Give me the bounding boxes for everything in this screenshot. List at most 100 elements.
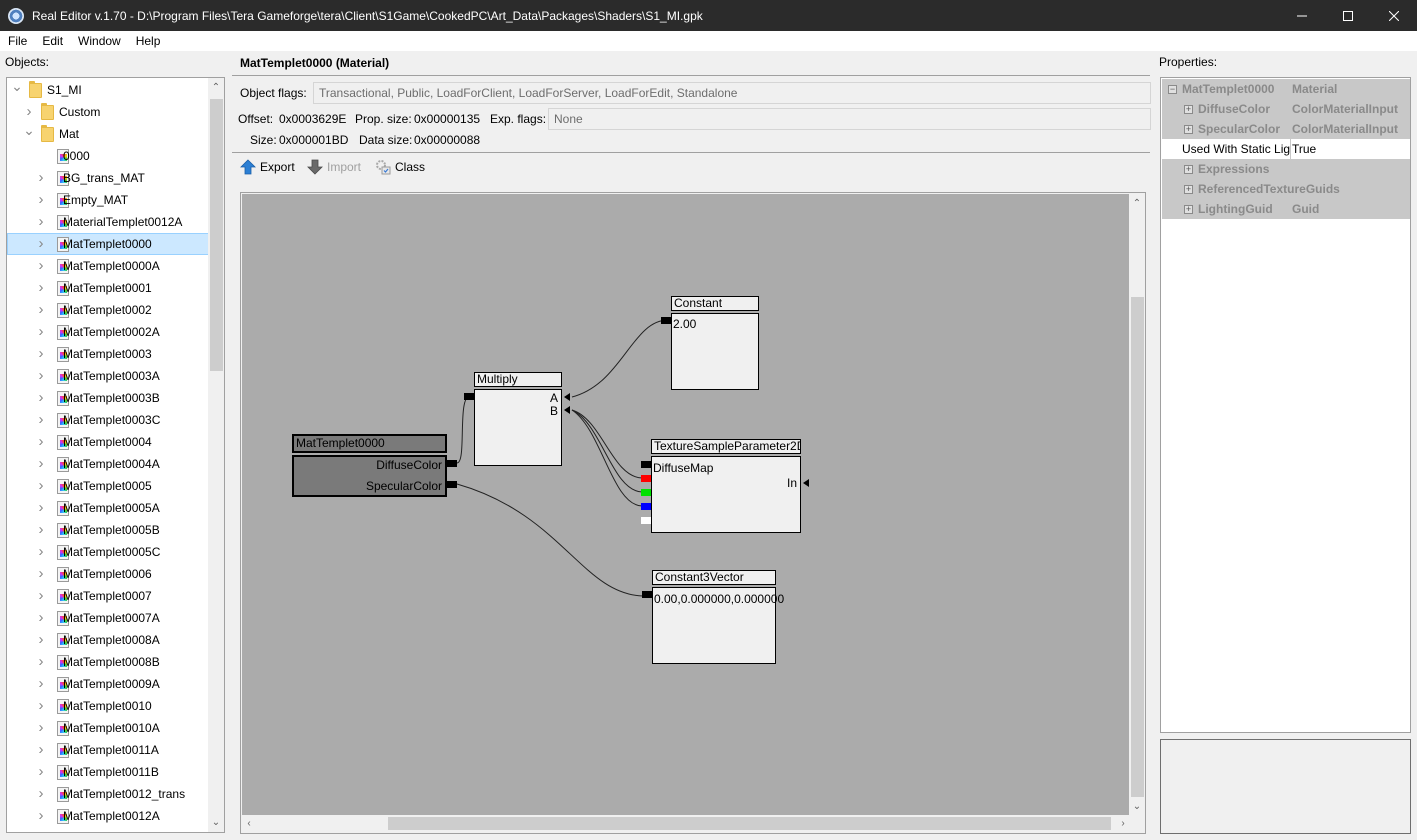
minimize-button[interactable] — [1279, 0, 1325, 31]
chevron-right-icon[interactable]: › — [35, 189, 47, 211]
texture-b-connector[interactable] — [641, 503, 651, 510]
chevron-right-icon[interactable]: › — [35, 673, 47, 695]
menu-help[interactable]: Help — [128, 31, 168, 51]
tree-item[interactable]: ⌄ S1_MI — [7, 79, 210, 101]
texture-g-connector[interactable] — [641, 489, 651, 496]
menu-window[interactable]: Window — [70, 31, 128, 51]
chevron-down-icon[interactable]: ⌄ — [23, 123, 35, 145]
expand-icon[interactable]: + — [1184, 205, 1193, 214]
tree-item[interactable]: › MatTemplet0006 — [7, 563, 210, 585]
chevron-right-icon[interactable]: › — [35, 321, 47, 343]
texture-rgb-connector[interactable] — [641, 461, 651, 468]
chevron-right-icon[interactable]: › — [23, 101, 35, 123]
tree-item[interactable]: › MatTemplet0012A — [7, 805, 210, 827]
tree-item[interactable]: › MatTemplet0005B — [7, 519, 210, 541]
property-row[interactable]: + Expressions — [1162, 159, 1410, 179]
input-in-arrow-icon[interactable] — [803, 479, 809, 487]
tree-item[interactable]: › MatTemplet0005A — [7, 497, 210, 519]
scroll-right-icon[interactable]: › — [1116, 815, 1130, 832]
vector-node-title[interactable]: Constant3Vector — [652, 570, 776, 585]
tree-scroll-thumb[interactable] — [210, 99, 223, 371]
scroll-down-icon[interactable]: ⌄ — [1129, 798, 1145, 815]
tree-item[interactable]: › MatTemplet0010 — [7, 695, 210, 717]
property-row[interactable]: + ReferencedTextureGuids — [1162, 179, 1410, 199]
tree-item[interactable]: › MatTemplet0007A — [7, 607, 210, 629]
menu-file[interactable]: File — [0, 31, 34, 51]
chevron-down-icon[interactable]: ⌄ — [11, 79, 23, 101]
property-value[interactable]: True — [1290, 139, 1316, 159]
tree-item[interactable]: › MatTemplet0004 — [7, 431, 210, 453]
chevron-right-icon[interactable]: › — [35, 497, 47, 519]
tree-item[interactable]: › MatTemplet0003A — [7, 365, 210, 387]
chevron-right-icon[interactable]: › — [35, 563, 47, 585]
expand-icon[interactable]: + — [1184, 165, 1193, 174]
chevron-right-icon[interactable]: › — [35, 409, 47, 431]
tree-item[interactable]: 0000 — [7, 145, 210, 167]
chevron-right-icon[interactable]: › — [35, 277, 47, 299]
expand-icon[interactable]: + — [1184, 125, 1193, 134]
tree-item[interactable]: › MatTemplet0008A — [7, 629, 210, 651]
constant-output-connector[interactable] — [661, 317, 671, 324]
input-a-arrow-icon[interactable] — [564, 393, 570, 401]
object-flags-field[interactable]: Transactional, Public, LoadForClient, Lo… — [313, 82, 1151, 104]
chevron-right-icon[interactable]: › — [35, 365, 47, 387]
tree-item[interactable]: ⌄ Mat — [7, 123, 210, 145]
tree-item[interactable]: › MatTemplet0009A — [7, 673, 210, 695]
tree-item[interactable]: › MatTemplet0005C — [7, 541, 210, 563]
chevron-right-icon[interactable]: › — [35, 739, 47, 761]
tree-item[interactable]: › MatTemplet0000 — [7, 233, 210, 255]
close-button[interactable] — [1371, 0, 1417, 31]
tree-item[interactable]: › MatTemplet0012_trans — [7, 783, 210, 805]
canvas-horizontal-scrollbar[interactable]: ‹ › — [242, 815, 1130, 832]
tree-item[interactable]: › BG_trans_MAT — [7, 167, 210, 189]
specular-output-connector[interactable] — [447, 481, 457, 488]
menu-edit[interactable]: Edit — [34, 31, 70, 51]
expand-icon[interactable]: + — [1184, 105, 1193, 114]
tree-item[interactable]: › MatTemplet0011A — [7, 739, 210, 761]
chevron-right-icon[interactable]: › — [35, 651, 47, 673]
texture-node-title[interactable]: TextureSampleParameter2D — [651, 439, 801, 454]
tree-item[interactable]: › MatTemplet0003B — [7, 387, 210, 409]
chevron-right-icon[interactable]: › — [35, 585, 47, 607]
property-row[interactable]: + DiffuseColor ColorMaterialInput — [1162, 99, 1410, 119]
chevron-right-icon[interactable]: › — [35, 453, 47, 475]
class-button[interactable]: Class — [375, 157, 425, 177]
multiply-node-title[interactable]: Multiply — [474, 372, 562, 387]
chevron-right-icon[interactable]: › — [35, 607, 47, 629]
import-button[interactable]: Import — [307, 157, 361, 177]
vector-output-connector[interactable] — [642, 591, 652, 598]
object-tree[interactable]: ⌄ S1_MI › Custom ⌄ Mat 0000 › BG_trans_MAT › Empty… — [6, 77, 225, 833]
graph-canvas[interactable]: MatTemplet0000 DiffuseColor SpecularColo… — [242, 194, 1130, 816]
collapse-icon[interactable]: − — [1168, 85, 1177, 94]
chevron-right-icon[interactable]: › — [35, 387, 47, 409]
chevron-right-icon[interactable]: › — [35, 805, 47, 827]
exp-flags-field[interactable]: None — [548, 108, 1151, 130]
property-row[interactable]: − MatTemplet0000 Material — [1162, 79, 1410, 99]
input-b-arrow-icon[interactable] — [564, 406, 570, 414]
canvas-vertical-scrollbar[interactable]: ⌃ ⌄ — [1129, 194, 1145, 816]
tree-item[interactable]: › MatTemplet0005 — [7, 475, 210, 497]
multiply-output-connector[interactable] — [464, 393, 474, 400]
chevron-right-icon[interactable]: › — [35, 783, 47, 805]
tree-item[interactable]: › MatTemplet0000A — [7, 255, 210, 277]
tree-item[interactable]: › MatTemplet0004A — [7, 453, 210, 475]
tree-item[interactable]: › MatTemplet0007 — [7, 585, 210, 607]
scroll-down-icon[interactable]: ⌄ — [208, 814, 224, 831]
canvas-hscroll-thumb[interactable] — [388, 817, 1111, 830]
chevron-right-icon[interactable]: › — [35, 695, 47, 717]
tree-item[interactable]: › MatTemplet0002A — [7, 321, 210, 343]
chevron-right-icon[interactable]: › — [35, 211, 47, 233]
chevron-right-icon[interactable]: › — [35, 761, 47, 783]
tree-item[interactable]: › MatTemplet0010A — [7, 717, 210, 739]
chevron-right-icon[interactable]: › — [35, 343, 47, 365]
tree-item[interactable]: › MatTemplet0003C — [7, 409, 210, 431]
chevron-right-icon[interactable]: › — [35, 519, 47, 541]
chevron-right-icon[interactable]: › — [35, 717, 47, 739]
tree-item[interactable]: › MatTemplet0003 — [7, 343, 210, 365]
tree-item[interactable]: › MatTemplet0001 — [7, 277, 210, 299]
scroll-up-icon[interactable]: ⌃ — [1129, 195, 1145, 212]
tree-item[interactable]: › MatTemplet0002 — [7, 299, 210, 321]
chevron-right-icon[interactable]: › — [35, 167, 47, 189]
material-node-title[interactable]: MatTemplet0000 — [292, 434, 447, 453]
chevron-right-icon[interactable]: › — [35, 233, 47, 255]
